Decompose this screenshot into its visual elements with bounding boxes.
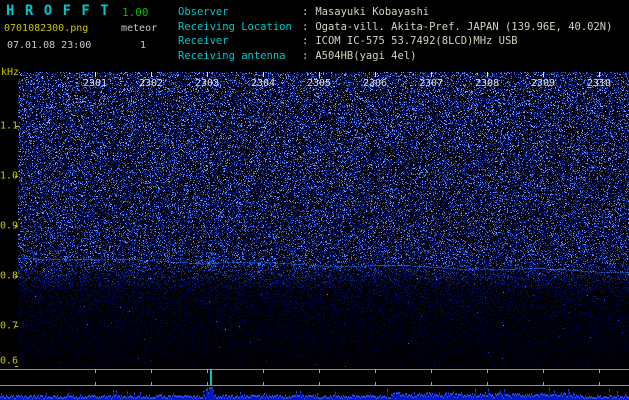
freq-tick-mark: [15, 366, 18, 367]
time-tick-mark: [151, 72, 152, 77]
echo-strip-minute-tick: [599, 382, 600, 385]
echo-strip-minute-tick: [375, 370, 376, 373]
freq-unit-label: kHz: [1, 67, 20, 78]
info-row-location: Receiving Location: Ogata-vill. Akita-Pre…: [178, 20, 612, 35]
app-version: 1.00: [122, 6, 149, 19]
info-value: Masayuki Kobayashi: [315, 6, 430, 18]
freq-tick-mark: [15, 126, 18, 127]
echo-strip-minute-tick: [431, 382, 432, 385]
info-row-antenna: Receiving antenna: A504HB(yagi 4el): [178, 49, 612, 64]
time-tick-label: 2304: [250, 78, 276, 89]
echo-strip-minute-tick: [263, 370, 264, 373]
time-tick-label: 2310: [586, 78, 612, 89]
time-tick-mark: [207, 72, 208, 77]
time-tick-label: 2309: [530, 78, 556, 89]
time-tick-label: 2302: [138, 78, 164, 89]
app-title: H R O F F T: [6, 3, 110, 19]
time-tick-mark: [431, 72, 432, 77]
info-colon: :: [302, 49, 309, 62]
info-value: A504HB(yagi 4el): [315, 49, 417, 62]
signal-level-canvas: [0, 386, 629, 400]
info-colon: :: [302, 6, 309, 18]
echo-strip-minute-tick: [95, 382, 96, 385]
freq-tick-mark: [15, 176, 18, 177]
freq-tick-mark: [15, 276, 18, 277]
time-tick-mark: [487, 72, 488, 77]
meteor-echo-mark: [210, 370, 212, 385]
time-tick-mark: [263, 72, 264, 77]
echo-strip-minute-tick: [207, 382, 208, 385]
info-row-observer: Observer: Masayuki Kobayashi: [178, 5, 612, 20]
hrofft-window: H R O F F T 1.00 0701082300.png meteor 0…: [0, 0, 629, 400]
time-tick-mark: [95, 72, 96, 77]
time-tick-label: 2301: [82, 78, 108, 89]
info-value: ICOM IC-575 53.7492(8LCD)MHz USB: [315, 35, 518, 47]
time-tick-mark: [319, 72, 320, 77]
time-tick-label: 2306: [362, 78, 388, 89]
echo-strip-minute-tick: [487, 370, 488, 373]
info-colon: :: [302, 35, 309, 47]
station-info: Observer: Masayuki Kobayashi Receiving Lo…: [178, 5, 612, 63]
freq-tick-label: 1.1: [0, 120, 19, 132]
info-row-receiver: Receiver: ICOM IC-575 53.7492(8LCD)MHz US…: [178, 34, 612, 49]
freq-tick-label: 0.7: [0, 320, 19, 332]
echo-strip-minute-tick: [319, 370, 320, 373]
echo-strip-minute-tick: [599, 370, 600, 373]
echo-strip-minute-tick: [151, 382, 152, 385]
echo-strip-minute-tick: [207, 370, 208, 373]
echo-strip-minute-tick: [543, 370, 544, 373]
echo-strip-minute-tick: [151, 370, 152, 373]
meteor-counter-value: 1: [140, 40, 147, 51]
info-label: Receiving antenna: [178, 49, 286, 62]
spectrogram-canvas: [18, 72, 629, 368]
echo-strip-minute-tick: [319, 382, 320, 385]
info-colon: :: [302, 20, 309, 33]
echo-strip-minute-tick: [543, 382, 544, 385]
echo-strip-minute-tick: [95, 370, 96, 373]
freq-tick-label: 0.6: [0, 355, 19, 367]
time-tick-label: 2307: [418, 78, 444, 89]
freq-tick-label: 0.9: [0, 220, 19, 232]
echo-strip-minute-tick: [375, 382, 376, 385]
info-value: Ogata-vill. Akita-Pref. JAPAN (139.96E, …: [315, 20, 613, 33]
output-filename: 0701082300.png: [4, 23, 89, 34]
time-tick-mark: [375, 72, 376, 77]
info-label: Receiving Location: [178, 20, 292, 33]
echo-strip-minute-tick: [431, 370, 432, 373]
echo-strip-minute-tick: [487, 382, 488, 385]
echo-strip-minute-tick: [263, 382, 264, 385]
time-tick-label: 2305: [306, 78, 332, 89]
freq-tick-mark: [15, 226, 18, 227]
info-label: Receiver: [178, 35, 229, 47]
time-tick-mark: [543, 72, 544, 77]
time-tick-label: 2303: [194, 78, 220, 89]
observation-datetime: 07.01.08 23:00: [7, 40, 92, 51]
time-tick-label: 2308: [474, 78, 500, 89]
freq-tick-label: 1.0: [0, 170, 19, 182]
time-tick-mark: [599, 72, 600, 77]
meteor-counter-label: meteor: [121, 23, 158, 34]
freq-tick-label: 0.8: [0, 270, 19, 282]
info-label: Observer: [178, 6, 229, 18]
freq-tick-mark: [15, 326, 18, 327]
